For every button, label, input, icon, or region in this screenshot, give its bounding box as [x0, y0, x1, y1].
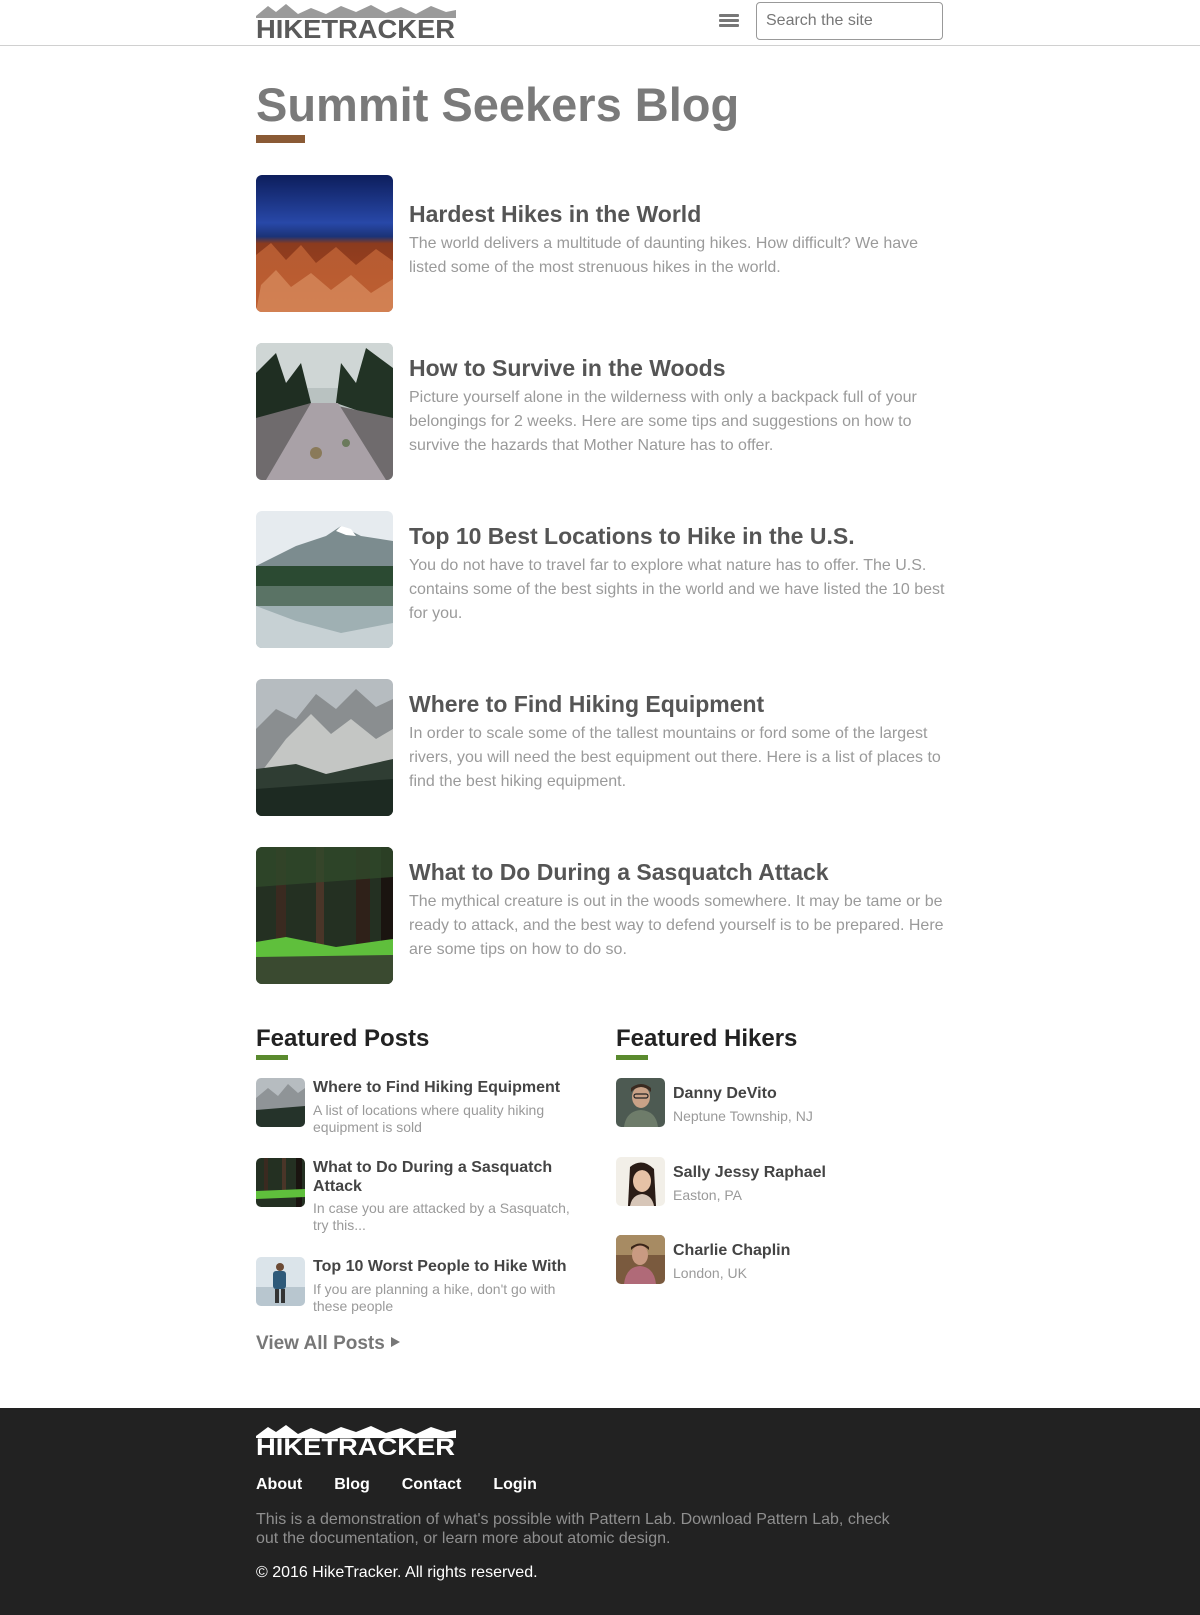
post-thumbnail-canyon[interactable]	[256, 175, 393, 312]
hiker-location: Easton, PA	[673, 1187, 743, 1203]
featured-hiker-item[interactable]: Charlie Chaplin London, UK	[616, 1235, 916, 1284]
blog-post[interactable]: Top 10 Best Locations to Hike in the U.S…	[256, 511, 946, 648]
post-thumbnail-mountain-lake[interactable]	[256, 511, 393, 648]
blog-post[interactable]: What to Do During a Sasquatch Attack The…	[256, 847, 946, 984]
avatar[interactable]	[616, 1078, 665, 1127]
play-arrow-icon	[390, 1336, 400, 1347]
featured-hikers-underline	[616, 1055, 648, 1060]
post-title[interactable]: What to Do During a Sasquatch Attack	[409, 859, 829, 886]
post-description: You do not have to travel far to explore…	[409, 557, 945, 622]
post-description: The mythical creature is out in the wood…	[409, 893, 944, 958]
blog-post[interactable]: How to Survive in the Woods Picture your…	[256, 343, 946, 480]
hiker-location: Neptune Township, NJ	[673, 1108, 813, 1124]
blog-post[interactable]: Where to Find Hiking Equipment In order …	[256, 679, 946, 816]
featured-post-title[interactable]: Top 10 Worst People to Hike With	[313, 1257, 588, 1276]
copyright-text: © 2016 HikeTracker. All rights reserved.	[256, 1564, 538, 1581]
featured-post-thumbnail[interactable]	[256, 1158, 305, 1207]
featured-post-description: A list of locations where quality hiking…	[313, 1102, 545, 1135]
featured-hikers-title: Featured Hikers	[616, 1025, 798, 1052]
footer-link-about[interactable]: About	[256, 1476, 302, 1494]
blog-post[interactable]: Hardest Hikes in the World The world del…	[256, 175, 946, 312]
footer-nav: About Blog Contact Login	[256, 1476, 537, 1494]
menu-icon[interactable]	[718, 12, 740, 32]
featured-posts-underline	[256, 1055, 288, 1060]
footer-link-contact[interactable]: Contact	[402, 1476, 462, 1494]
footer-link-login[interactable]: Login	[493, 1476, 537, 1494]
footer-link-blog[interactable]: Blog	[334, 1476, 370, 1494]
page-title: Summit Seekers Blog	[256, 78, 740, 131]
featured-post-description: If you are planning a hike, don't go wit…	[313, 1281, 556, 1314]
post-title[interactable]: Where to Find Hiking Equipment	[409, 691, 764, 718]
post-thumbnail-forest-swamp[interactable]	[256, 847, 393, 984]
view-all-posts-link[interactable]: View All Posts	[256, 1333, 400, 1355]
mountain-logo-icon: HIKETRACKER	[256, 1425, 456, 1461]
hiker-name[interactable]: Sally Jessy Raphael	[673, 1164, 826, 1182]
featured-hiker-item[interactable]: Danny DeVito Neptune Township, NJ	[616, 1078, 916, 1127]
featured-posts-title: Featured Posts	[256, 1025, 430, 1052]
featured-post-title[interactable]: Where to Find Hiking Equipment	[313, 1078, 588, 1097]
post-thumbnail-woods-road[interactable]	[256, 343, 393, 480]
mountain-logo-icon: HIKETRACKER	[256, 4, 456, 40]
post-description: In order to scale some of the tallest mo…	[409, 725, 941, 790]
title-underline	[256, 135, 305, 143]
view-all-label: View All Posts	[256, 1333, 385, 1354]
search-input[interactable]	[756, 2, 943, 40]
site-logo[interactable]: HIKETRACKER	[256, 2, 456, 40]
hiker-name[interactable]: Charlie Chaplin	[673, 1242, 790, 1260]
featured-post-thumbnail[interactable]	[256, 1257, 305, 1306]
featured-post-title[interactable]: What to Do During a Sasquatch Attack	[313, 1158, 588, 1196]
hiker-name[interactable]: Danny DeVito	[673, 1085, 777, 1103]
featured-hiker-item[interactable]: Sally Jessy Raphael Easton, PA	[616, 1157, 916, 1206]
post-title[interactable]: Hardest Hikes in the World	[409, 201, 701, 228]
hiker-location: London, UK	[673, 1265, 747, 1281]
post-description: The world delivers a multitude of daunti…	[409, 235, 919, 276]
avatar[interactable]	[616, 1157, 665, 1206]
post-thumbnail-rocky-peak[interactable]	[256, 679, 393, 816]
footer-description: This is a demonstration of what's possib…	[256, 1511, 890, 1547]
footer-logo-text: HIKETRACKER	[256, 1434, 455, 1456]
logo-text: HIKETRACKER	[256, 14, 455, 40]
footer-logo[interactable]: HIKETRACKER	[256, 1424, 456, 1461]
site-footer: HIKETRACKER About Blog Contact Login Thi…	[0, 1408, 1200, 1615]
post-description: Picture yourself alone in the wilderness…	[409, 389, 917, 454]
avatar[interactable]	[616, 1235, 665, 1284]
featured-post-thumbnail[interactable]	[256, 1078, 305, 1127]
featured-post-description: In case you are attacked by a Sasquatch,…	[313, 1200, 570, 1233]
post-title[interactable]: How to Survive in the Woods	[409, 355, 726, 382]
site-header: HIKETRACKER	[0, 0, 1200, 46]
post-title[interactable]: Top 10 Best Locations to Hike in the U.S…	[409, 523, 855, 550]
